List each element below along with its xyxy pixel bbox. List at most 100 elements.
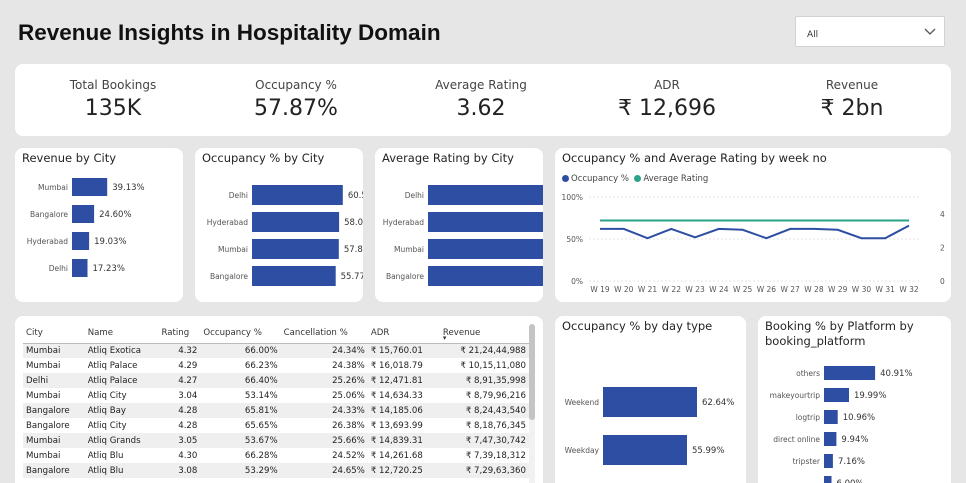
bar[interactable] <box>824 366 876 380</box>
table-row[interactable]: Bangalore Atliq Bay 4.28 65.81% 24.33% ₹ 14,1… <box>23 403 529 418</box>
table-cell: Mumbai <box>26 360 61 371</box>
x-tick-label: W 24 <box>709 285 729 294</box>
column-header[interactable]: Revenue ▾ <box>439 324 529 344</box>
table-cell: Atliq Blu <box>84 463 159 478</box>
column-header[interactable]: ADR <box>367 324 440 344</box>
bar[interactable] <box>428 266 543 286</box>
table-cell: 66.28% <box>244 450 278 461</box>
occupancy-by-city-chart: Delhi 60.55% Hyderabad 58.07% Mumbai 57.88% Ba… <box>207 185 363 286</box>
scrollbar-thumb[interactable] <box>529 324 535 420</box>
table-cell: 4.32 <box>158 343 201 358</box>
bar[interactable] <box>252 266 336 286</box>
data-label: 7.16% <box>838 457 865 467</box>
category-label: makeyourtrip <box>770 391 821 400</box>
filter-slicer[interactable]: All <box>795 16 945 47</box>
table-cell: ₹ 7,47,30,742 <box>439 433 529 448</box>
occupancy-by-city-card[interactable]: Occupancy % by City Delhi60.55%Hyderabad… <box>195 148 363 302</box>
category-label: direct online <box>773 435 820 444</box>
category-label: others <box>796 369 820 378</box>
table-row[interactable]: Mumbai Atliq Blu 4.30 66.28% 24.52% ₹ 14,261.… <box>23 448 529 463</box>
bar[interactable] <box>824 432 837 446</box>
table-row[interactable]: Mumbai Atliq Palace 4.29 66.23% 24.38% ₹ 16,0… <box>23 358 529 373</box>
occupancy-rating-week-card[interactable]: Occupancy % and Average Rating by week n… <box>555 148 951 302</box>
kpi-occupancy: Occupancy % 57.87% <box>206 64 386 121</box>
rating-by-city-card[interactable]: Average Rating by City Delhi3.8Hyderabad… <box>375 148 543 302</box>
bar[interactable] <box>824 476 832 483</box>
bar[interactable] <box>252 212 340 232</box>
category-label: Hyderabad <box>27 237 68 246</box>
bar[interactable] <box>252 185 343 205</box>
table-cell: ₹ 7,29,63,360 <box>439 463 529 478</box>
data-label: 39.13% <box>112 183 144 193</box>
chevron-down-icon <box>924 28 936 35</box>
x-tick-label: W 31 <box>876 285 896 294</box>
column-header[interactable]: City <box>23 324 85 344</box>
bar[interactable] <box>428 185 543 205</box>
table-cell: 24.65% <box>280 463 368 478</box>
bar[interactable] <box>824 388 849 402</box>
table-cell: ₹ 15,760.01 <box>367 343 440 358</box>
table-cell: Mumbai <box>23 343 85 358</box>
x-tick-label: W 22 <box>662 285 682 294</box>
revenue-by-city-card[interactable]: Revenue by City Mumbai 39.13% Bangalore 24.… <box>15 148 183 302</box>
kpi-value: ₹ 2bn <box>820 96 884 121</box>
bar[interactable] <box>603 387 697 417</box>
y-left-tick-label: 0% <box>571 277 583 286</box>
bar[interactable] <box>824 410 838 424</box>
table-cell: 24.38% <box>332 360 365 371</box>
bar[interactable] <box>428 239 543 259</box>
table-row[interactable]: Mumbai Atliq Grands 3.05 53.67% 25.66% ₹ 14,8… <box>23 433 529 448</box>
bar[interactable] <box>72 205 95 223</box>
table-cell: 25.06% <box>332 390 365 401</box>
kpi-average-rating: Average Rating 3.62 <box>391 64 571 121</box>
x-tick-label: W 28 <box>804 285 824 294</box>
table-cell: 4.30 <box>178 450 198 461</box>
table-cell: 3.05 <box>158 433 201 448</box>
bar[interactable] <box>72 259 88 277</box>
booking-platform-card[interactable]: Booking % by Platform by booking_platfor… <box>758 316 951 483</box>
data-label: 17.23% <box>93 264 125 274</box>
column-header[interactable]: Rating <box>158 324 201 344</box>
table-cell: 66.00% <box>200 343 281 358</box>
table-cell: ₹ 8,91,35,998 <box>439 373 529 388</box>
table-cell: 3.04 <box>178 390 198 401</box>
table-cell: ₹ 12,720.25 <box>367 463 440 478</box>
bar[interactable] <box>72 178 108 196</box>
table-row[interactable]: Delhi Atliq Palace 4.27 66.40% 25.26% ₹ 12,47… <box>23 373 529 388</box>
column-header[interactable]: Occupancy % <box>200 324 281 344</box>
category-label: Bangalore <box>30 210 68 219</box>
occupancy-day-type-card[interactable]: Occupancy % by day type Weekend 62.64% Wee… <box>555 316 746 483</box>
column-header[interactable]: Cancellation % <box>280 324 368 344</box>
table-row[interactable]: Bangalore Atliq City 4.28 65.65% 26.38% ₹ 13,… <box>23 418 529 433</box>
table-cell: ₹ 12,471.81 <box>367 373 440 388</box>
data-label: 40.91% <box>880 369 912 379</box>
table-cell: 26.38% <box>332 420 365 431</box>
table-cell: Mumbai <box>26 390 61 401</box>
series-line[interactable] <box>600 224 910 240</box>
y-right-tick-label: 2 <box>940 243 945 252</box>
slicer-value: All <box>807 30 819 40</box>
page-title: Revenue Insights in Hospitality Domain <box>18 20 441 45</box>
x-tick-label: W 27 <box>780 285 800 294</box>
table-row[interactable]: Bangalore Atliq Blu 3.08 53.29% 24.65% ₹ 12,7… <box>23 463 529 478</box>
data-label: 6.00% <box>837 479 864 483</box>
data-label: 62.64% <box>702 398 734 408</box>
x-tick-label: W 21 <box>638 285 658 294</box>
table-row[interactable]: Mumbai Atliq City 3.04 53.14% 25.06% ₹ 14,634… <box>23 388 529 403</box>
column-header[interactable]: Name <box>84 324 159 344</box>
kpi-label: Occupancy % <box>255 78 337 92</box>
table-cell: ₹ 13,693.99 <box>370 420 423 431</box>
y-right-tick-label: 4 <box>940 210 945 219</box>
x-tick-label: W 20 <box>614 285 634 294</box>
bar[interactable] <box>72 232 90 250</box>
bar[interactable] <box>824 454 833 468</box>
bar[interactable] <box>252 239 339 259</box>
table-cell: Mumbai <box>26 450 61 461</box>
bar[interactable] <box>428 212 543 232</box>
table-cell: Atliq Palace <box>84 373 159 388</box>
table-row[interactable]: Mumbai Atliq Exotica 4.32 66.00% 24.34% ₹ 15,… <box>23 343 529 358</box>
table-cell: ₹ 14,261.68 <box>370 450 423 461</box>
bar[interactable] <box>603 435 687 465</box>
data-label: 24.60% <box>99 210 131 220</box>
table-cell: 3.08 <box>158 463 201 478</box>
